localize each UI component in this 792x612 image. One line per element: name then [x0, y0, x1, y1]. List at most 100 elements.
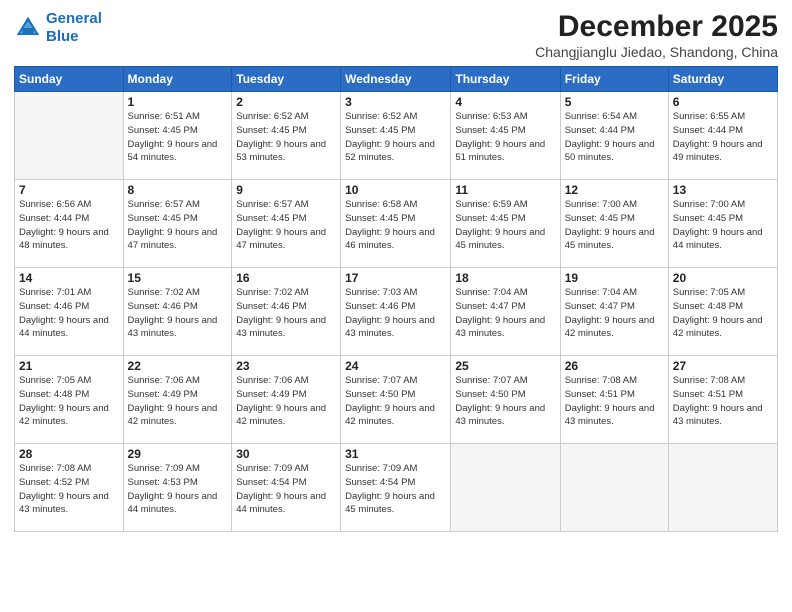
day-info: Sunrise: 6:51 AMSunset: 4:45 PMDaylight:…	[128, 110, 228, 165]
day-number: 4	[455, 95, 555, 109]
day-info: Sunrise: 7:03 AMSunset: 4:46 PMDaylight:…	[345, 286, 446, 341]
calendar-header-friday: Friday	[560, 67, 668, 92]
calendar-cell: 2Sunrise: 6:52 AMSunset: 4:45 PMDaylight…	[232, 92, 341, 180]
calendar-cell: 18Sunrise: 7:04 AMSunset: 4:47 PMDayligh…	[451, 268, 560, 356]
day-info: Sunrise: 6:59 AMSunset: 4:45 PMDaylight:…	[455, 198, 555, 253]
day-number: 31	[345, 447, 446, 461]
day-info: Sunrise: 6:53 AMSunset: 4:45 PMDaylight:…	[455, 110, 555, 165]
day-number: 13	[673, 183, 773, 197]
calendar-cell	[451, 444, 560, 532]
calendar-cell: 13Sunrise: 7:00 AMSunset: 4:45 PMDayligh…	[668, 180, 777, 268]
calendar-cell: 8Sunrise: 6:57 AMSunset: 4:45 PMDaylight…	[123, 180, 232, 268]
calendar-cell: 30Sunrise: 7:09 AMSunset: 4:54 PMDayligh…	[232, 444, 341, 532]
calendar-cell: 12Sunrise: 7:00 AMSunset: 4:45 PMDayligh…	[560, 180, 668, 268]
day-number: 26	[565, 359, 664, 373]
day-number: 16	[236, 271, 336, 285]
day-info: Sunrise: 6:52 AMSunset: 4:45 PMDaylight:…	[236, 110, 336, 165]
day-info: Sunrise: 7:07 AMSunset: 4:50 PMDaylight:…	[345, 374, 446, 429]
calendar-cell: 3Sunrise: 6:52 AMSunset: 4:45 PMDaylight…	[341, 92, 451, 180]
calendar-cell: 9Sunrise: 6:57 AMSunset: 4:45 PMDaylight…	[232, 180, 341, 268]
day-info: Sunrise: 6:54 AMSunset: 4:44 PMDaylight:…	[565, 110, 664, 165]
day-number: 9	[236, 183, 336, 197]
page-container: General Blue December 2025 Changjianglu …	[0, 0, 792, 540]
calendar-week-1: 1Sunrise: 6:51 AMSunset: 4:45 PMDaylight…	[15, 92, 778, 180]
day-number: 11	[455, 183, 555, 197]
day-info: Sunrise: 7:06 AMSunset: 4:49 PMDaylight:…	[236, 374, 336, 429]
day-info: Sunrise: 6:57 AMSunset: 4:45 PMDaylight:…	[236, 198, 336, 253]
day-number: 3	[345, 95, 446, 109]
day-number: 18	[455, 271, 555, 285]
calendar-cell: 19Sunrise: 7:04 AMSunset: 4:47 PMDayligh…	[560, 268, 668, 356]
logo: General Blue	[14, 10, 102, 46]
calendar-cell: 10Sunrise: 6:58 AMSunset: 4:45 PMDayligh…	[341, 180, 451, 268]
day-info: Sunrise: 7:09 AMSunset: 4:53 PMDaylight:…	[128, 462, 228, 517]
calendar-header-monday: Monday	[123, 67, 232, 92]
day-number: 8	[128, 183, 228, 197]
logo-icon	[14, 14, 42, 42]
subtitle: Changjianglu Jiedao, Shandong, China	[535, 44, 778, 60]
day-info: Sunrise: 7:07 AMSunset: 4:50 PMDaylight:…	[455, 374, 555, 429]
day-number: 1	[128, 95, 228, 109]
calendar-cell: 5Sunrise: 6:54 AMSunset: 4:44 PMDaylight…	[560, 92, 668, 180]
day-number: 28	[19, 447, 119, 461]
day-number: 5	[565, 95, 664, 109]
day-number: 10	[345, 183, 446, 197]
calendar-cell: 4Sunrise: 6:53 AMSunset: 4:45 PMDaylight…	[451, 92, 560, 180]
day-info: Sunrise: 7:08 AMSunset: 4:51 PMDaylight:…	[673, 374, 773, 429]
header-row: General Blue December 2025 Changjianglu …	[14, 10, 778, 60]
day-info: Sunrise: 7:01 AMSunset: 4:46 PMDaylight:…	[19, 286, 119, 341]
calendar-cell: 26Sunrise: 7:08 AMSunset: 4:51 PMDayligh…	[560, 356, 668, 444]
day-info: Sunrise: 7:02 AMSunset: 4:46 PMDaylight:…	[128, 286, 228, 341]
title-block: December 2025 Changjianglu Jiedao, Shand…	[535, 10, 778, 60]
calendar-week-5: 28Sunrise: 7:08 AMSunset: 4:52 PMDayligh…	[15, 444, 778, 532]
day-info: Sunrise: 7:00 AMSunset: 4:45 PMDaylight:…	[565, 198, 664, 253]
calendar-header-wednesday: Wednesday	[341, 67, 451, 92]
calendar-cell: 24Sunrise: 7:07 AMSunset: 4:50 PMDayligh…	[341, 356, 451, 444]
day-number: 12	[565, 183, 664, 197]
day-number: 21	[19, 359, 119, 373]
day-info: Sunrise: 7:05 AMSunset: 4:48 PMDaylight:…	[673, 286, 773, 341]
logo-line2: Blue	[46, 28, 79, 45]
day-number: 19	[565, 271, 664, 285]
day-number: 6	[673, 95, 773, 109]
calendar-header-saturday: Saturday	[668, 67, 777, 92]
calendar-cell: 7Sunrise: 6:56 AMSunset: 4:44 PMDaylight…	[15, 180, 124, 268]
calendar-cell: 1Sunrise: 6:51 AMSunset: 4:45 PMDaylight…	[123, 92, 232, 180]
calendar-cell: 22Sunrise: 7:06 AMSunset: 4:49 PMDayligh…	[123, 356, 232, 444]
day-info: Sunrise: 6:57 AMSunset: 4:45 PMDaylight:…	[128, 198, 228, 253]
calendar-table: SundayMondayTuesdayWednesdayThursdayFrid…	[14, 66, 778, 532]
day-number: 24	[345, 359, 446, 373]
day-info: Sunrise: 7:05 AMSunset: 4:48 PMDaylight:…	[19, 374, 119, 429]
day-number: 17	[345, 271, 446, 285]
day-info: Sunrise: 7:02 AMSunset: 4:46 PMDaylight:…	[236, 286, 336, 341]
calendar-cell: 27Sunrise: 7:08 AMSunset: 4:51 PMDayligh…	[668, 356, 777, 444]
calendar-cell: 11Sunrise: 6:59 AMSunset: 4:45 PMDayligh…	[451, 180, 560, 268]
calendar-cell: 15Sunrise: 7:02 AMSunset: 4:46 PMDayligh…	[123, 268, 232, 356]
calendar-cell: 25Sunrise: 7:07 AMSunset: 4:50 PMDayligh…	[451, 356, 560, 444]
day-info: Sunrise: 7:04 AMSunset: 4:47 PMDaylight:…	[455, 286, 555, 341]
day-info: Sunrise: 6:55 AMSunset: 4:44 PMDaylight:…	[673, 110, 773, 165]
logo-line1: General	[46, 10, 102, 27]
calendar-cell: 14Sunrise: 7:01 AMSunset: 4:46 PMDayligh…	[15, 268, 124, 356]
day-info: Sunrise: 6:58 AMSunset: 4:45 PMDaylight:…	[345, 198, 446, 253]
day-info: Sunrise: 6:56 AMSunset: 4:44 PMDaylight:…	[19, 198, 119, 253]
logo-text: General Blue	[46, 10, 102, 46]
calendar-header-row: SundayMondayTuesdayWednesdayThursdayFrid…	[15, 67, 778, 92]
day-number: 23	[236, 359, 336, 373]
calendar-week-4: 21Sunrise: 7:05 AMSunset: 4:48 PMDayligh…	[15, 356, 778, 444]
day-number: 29	[128, 447, 228, 461]
calendar-cell: 29Sunrise: 7:09 AMSunset: 4:53 PMDayligh…	[123, 444, 232, 532]
calendar-cell: 23Sunrise: 7:06 AMSunset: 4:49 PMDayligh…	[232, 356, 341, 444]
calendar-cell: 28Sunrise: 7:08 AMSunset: 4:52 PMDayligh…	[15, 444, 124, 532]
calendar-cell: 17Sunrise: 7:03 AMSunset: 4:46 PMDayligh…	[341, 268, 451, 356]
calendar-cell: 31Sunrise: 7:09 AMSunset: 4:54 PMDayligh…	[341, 444, 451, 532]
day-number: 30	[236, 447, 336, 461]
day-number: 20	[673, 271, 773, 285]
day-info: Sunrise: 7:04 AMSunset: 4:47 PMDaylight:…	[565, 286, 664, 341]
calendar-cell	[15, 92, 124, 180]
day-number: 7	[19, 183, 119, 197]
day-info: Sunrise: 7:06 AMSunset: 4:49 PMDaylight:…	[128, 374, 228, 429]
calendar-cell	[560, 444, 668, 532]
day-info: Sunrise: 6:52 AMSunset: 4:45 PMDaylight:…	[345, 110, 446, 165]
day-number: 2	[236, 95, 336, 109]
